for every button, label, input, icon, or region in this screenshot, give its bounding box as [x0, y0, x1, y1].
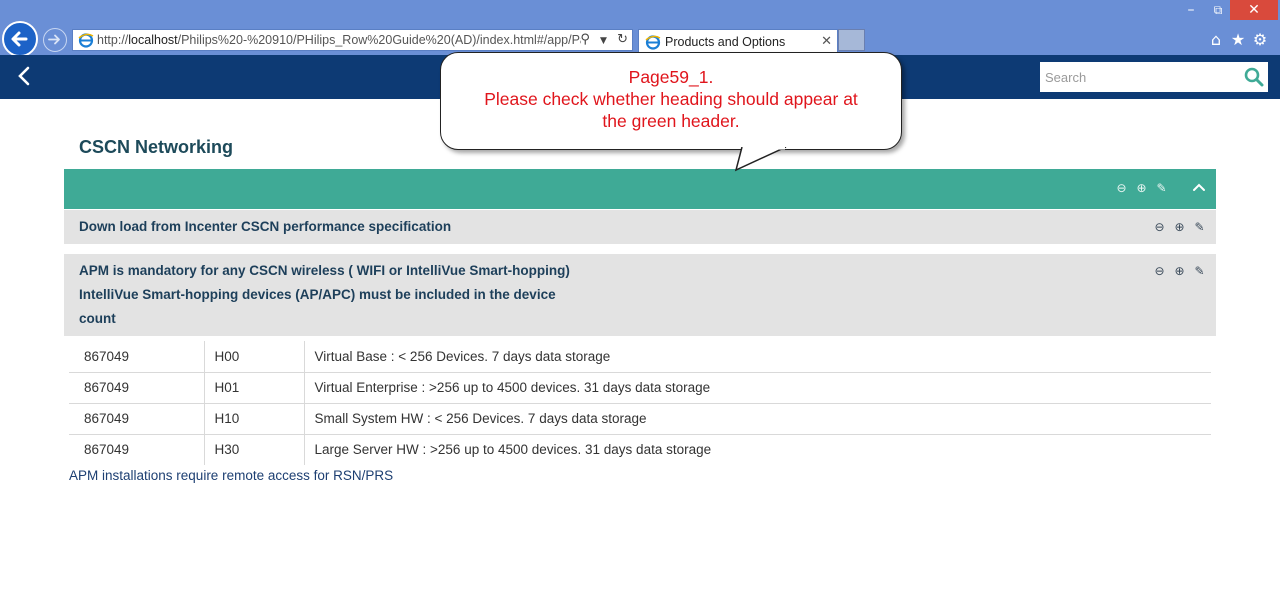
- expand-icon[interactable]: ⊕: [1173, 265, 1186, 278]
- search-icon[interactable]: ⚲: [580, 32, 590, 47]
- item-code: 867049: [69, 372, 205, 404]
- callout-line-1: Page59_1.: [628, 67, 714, 87]
- window-minimize-button[interactable]: –: [1180, 0, 1202, 20]
- search-input[interactable]: [1040, 62, 1240, 92]
- item-option: H00: [204, 341, 305, 373]
- arrow-right-icon: [48, 34, 60, 45]
- item-option: H10: [204, 403, 305, 435]
- chevron-up-icon[interactable]: [1192, 180, 1206, 194]
- table-row: 867049 H30 Large Server HW : >256 up to …: [69, 434, 1211, 465]
- tab-title: Products and Options: [665, 35, 786, 49]
- item-option: H30: [204, 434, 305, 465]
- item-option: H01: [204, 372, 305, 404]
- item-code: 867049: [69, 434, 205, 465]
- callout-pointer: [734, 147, 787, 172]
- collapse-icon[interactable]: ⊖: [1153, 221, 1166, 234]
- collapse-icon[interactable]: ⊖: [1153, 265, 1166, 278]
- edit-icon[interactable]: ✎: [1193, 221, 1206, 234]
- gear-icon[interactable]: ⚙: [1249, 30, 1271, 49]
- callout-line-2: Please check whether heading should appe…: [484, 89, 858, 109]
- chevron-left-icon[interactable]: [12, 64, 36, 88]
- edit-icon[interactable]: ✎: [1155, 182, 1168, 195]
- collapse-all-icon[interactable]: ⊖: [1115, 182, 1128, 195]
- item-description: Virtual Base : < 256 Devices. 7 days dat…: [304, 341, 1211, 373]
- star-icon[interactable]: ★: [1227, 30, 1249, 49]
- expand-all-icon[interactable]: ⊕: [1135, 182, 1148, 195]
- callout-line-3: the green header.: [602, 111, 740, 131]
- green-header-bar: ⊖ ⊕ ✎: [64, 169, 1216, 209]
- ie-logo-icon: [645, 35, 661, 50]
- address-bar[interactable]: http://localhost/Philips%20-%20910/PHili…: [72, 29, 633, 51]
- expand-icon[interactable]: ⊕: [1173, 221, 1186, 234]
- item-description: Large Server HW : >256 up to 4500 device…: [314, 442, 712, 458]
- address-url[interactable]: http://localhost/Philips%20-%20910/PHili…: [97, 33, 581, 47]
- table-row: 867049 H10 Small System HW : < 256 Devic…: [69, 403, 1211, 435]
- section-apm-mandatory: APM is mandatory for any CSCN wireless (…: [64, 254, 1216, 336]
- browser-chrome: – ⧉ ✕ http://localhost/Philips%20-%20910…: [0, 0, 1280, 57]
- home-icon[interactable]: ⌂: [1205, 30, 1227, 49]
- item-description: Small System HW : < 256 Devices. 7 days …: [304, 403, 1211, 435]
- browser-forward-button[interactable]: [43, 28, 67, 52]
- browser-back-button[interactable]: [2, 21, 38, 57]
- arrow-left-icon: [11, 31, 28, 47]
- annotation-callout: Page59_1. Please check whether heading s…: [440, 52, 902, 150]
- item-code: 867049: [69, 341, 205, 373]
- table-row: 867049 H00 Virtual Base : < 256 Devices.…: [69, 341, 1211, 373]
- tab-close-icon[interactable]: ✕: [821, 34, 832, 49]
- table-row: 867049 H01 Virtual Enterprise : >256 up …: [69, 372, 1211, 404]
- items-table: 867049 H00 Virtual Base : < 256 Devices.…: [69, 341, 1211, 465]
- refresh-icon[interactable]: ↻: [617, 32, 628, 47]
- page-title: CSCN Networking: [79, 137, 234, 157]
- edit-icon[interactable]: ✎: [1193, 265, 1206, 278]
- item-description: Virtual Enterprise : >256 up to 4500 dev…: [304, 372, 1211, 404]
- dropdown-icon[interactable]: ▼: [600, 36, 607, 46]
- search-icon[interactable]: [1244, 67, 1264, 87]
- window-close-button[interactable]: ✕: [1230, 0, 1278, 20]
- section-download-spec: Down load from Incenter CSCN performance…: [64, 210, 1216, 244]
- window-restore-button[interactable]: ⧉: [1207, 0, 1229, 20]
- search-box: [1040, 62, 1268, 92]
- section-text: APM is mandatory for any CSCN wireless (…: [79, 263, 570, 326]
- section-text: Down load from Incenter CSCN performance…: [79, 219, 452, 234]
- new-tab-button[interactable]: [838, 29, 865, 51]
- footnote: APM installations require remote access …: [69, 468, 394, 483]
- item-code: 867049: [69, 403, 205, 435]
- ie-logo-icon: [78, 33, 94, 48]
